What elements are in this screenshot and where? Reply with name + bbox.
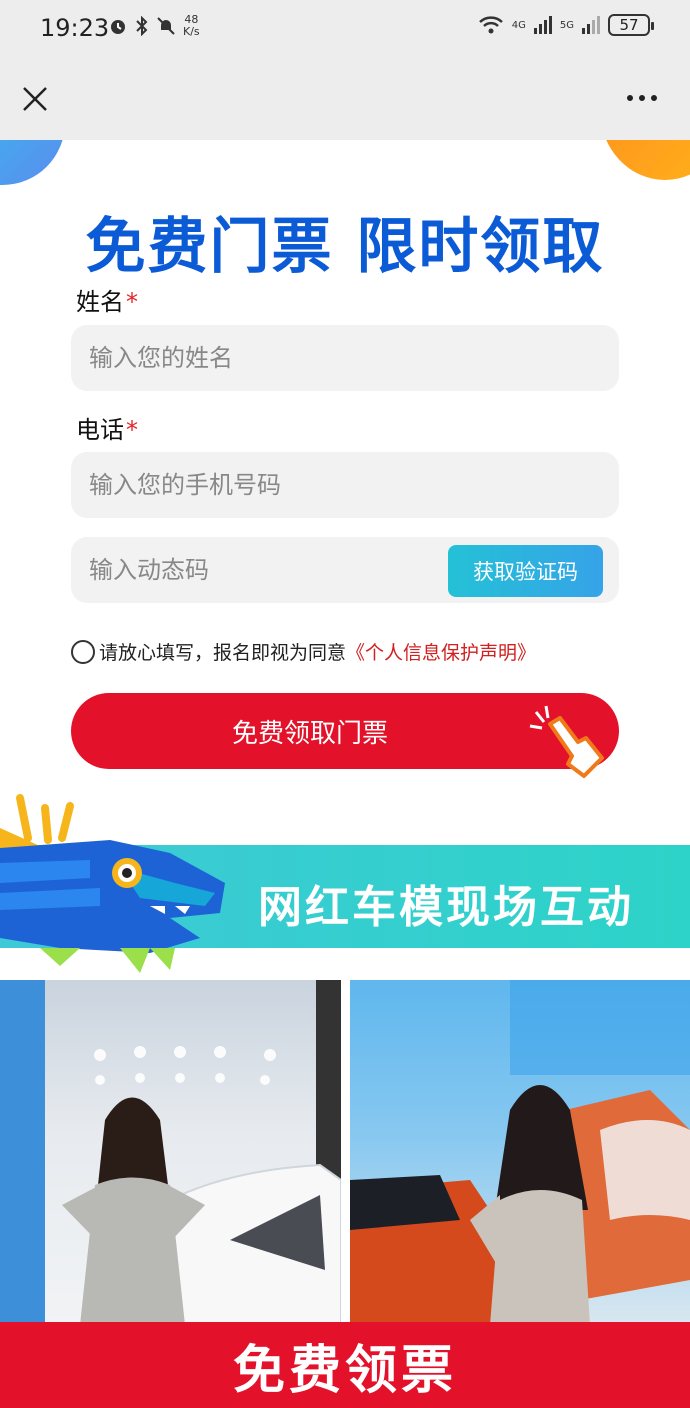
bottom-claim-button[interactable]: 免费领票 <box>0 1322 690 1408</box>
decor-corner-left <box>0 140 65 185</box>
page-content: 免费门票 限时领取 姓名* 电话* 获取验证码 请放心填写，报名即视为同意 《个… <box>0 140 690 1408</box>
close-icon[interactable] <box>18 82 52 116</box>
pointing-hand-icon <box>529 705 604 778</box>
signal-4g-icon <box>533 16 552 34</box>
photo-model-left <box>0 980 341 1325</box>
page-headline: 免费门票 限时领取 <box>85 212 605 282</box>
status-icons-right: 4G 5G 57 <box>478 14 654 36</box>
name-input[interactable] <box>71 325 619 391</box>
phone-input[interactable] <box>71 452 619 518</box>
status-icons-left <box>108 16 176 36</box>
photo-right-art <box>350 980 690 1325</box>
agreement-row: 请放心填写，报名即视为同意 《个人信息保护声明》 <box>71 638 536 665</box>
network-5g-label: 5G <box>559 19 574 31</box>
dragon-icon <box>0 794 225 973</box>
photo-left-art <box>0 980 341 1325</box>
wifi-icon <box>478 16 503 34</box>
status-time: 19:23 <box>40 14 110 42</box>
agree-text: 请放心填写，报名即视为同意 <box>99 642 347 664</box>
more-icon[interactable] <box>622 88 662 108</box>
decor-corner-right <box>600 140 690 180</box>
privacy-policy-link[interactable]: 《个人信息保护声明》 <box>346 638 536 665</box>
bluetooth-icon <box>136 16 148 36</box>
network-speed: 48 K/s <box>183 13 200 38</box>
photo-model-right <box>350 980 690 1325</box>
signal-5g-icon <box>582 16 600 34</box>
agree-radio[interactable] <box>71 639 95 664</box>
status-bar: 19:23 48 K/s 4G 5G 57 <box>0 0 690 60</box>
phone-label: 电话* <box>76 416 138 444</box>
nav-bar <box>0 60 690 140</box>
banner-text: 网红车模现场互动 <box>258 882 634 933</box>
alarm-icon <box>111 20 125 34</box>
mute-icon <box>157 17 175 35</box>
battery-indicator: 57 <box>608 14 654 36</box>
network-4g-label: 4G <box>511 19 526 31</box>
get-code-button[interactable]: 获取验证码 <box>448 545 603 597</box>
name-label: 姓名* <box>76 288 138 316</box>
